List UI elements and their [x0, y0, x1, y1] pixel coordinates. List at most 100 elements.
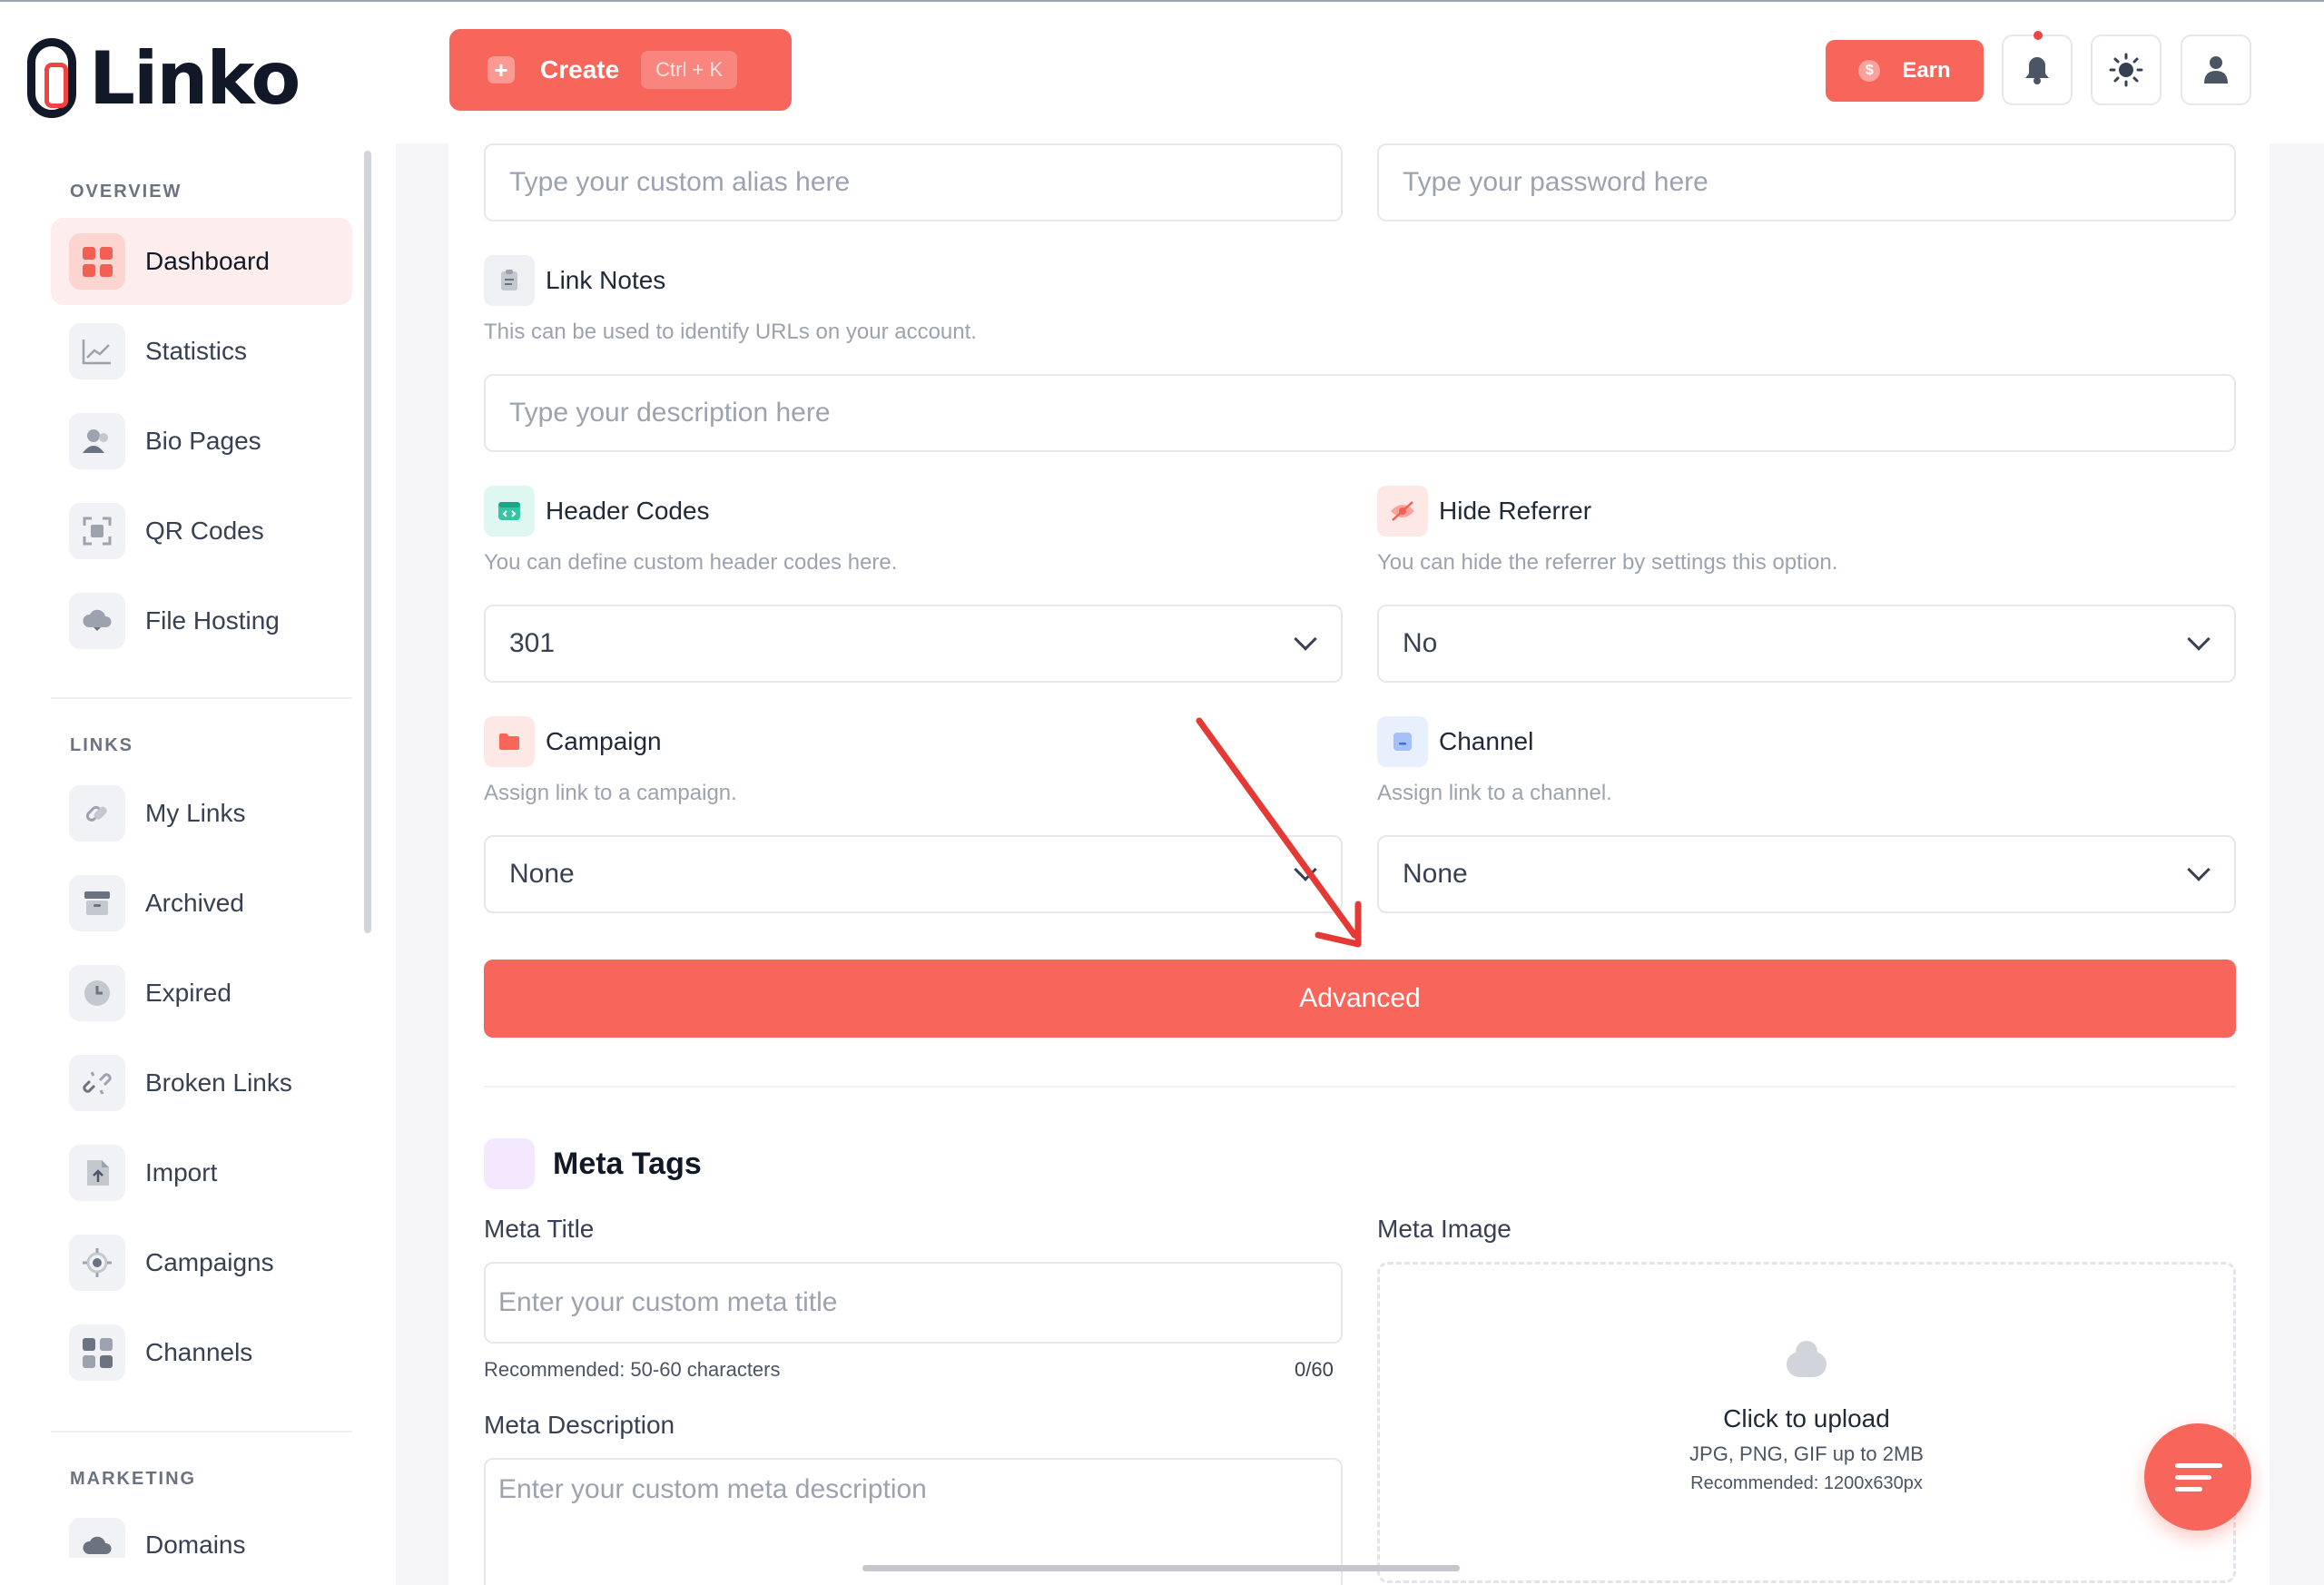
- meta-title-char-count: 0/60: [1295, 1358, 1334, 1381]
- hide-referrer-description: You can hide the referrer by settings th…: [1377, 550, 1838, 575]
- hide-referrer-header: Hide Referrer: [1377, 486, 1591, 537]
- clock-icon: [69, 965, 125, 1021]
- link-notes-description: This can be used to identify URLs on you…: [484, 320, 977, 344]
- chart-icon: [69, 323, 125, 379]
- notes-icon: [484, 255, 535, 306]
- meta-title-input[interactable]: Enter your custom meta title: [484, 1262, 1343, 1344]
- campaign-value: None: [509, 859, 575, 889]
- sidebar-divider: [51, 697, 352, 699]
- sidebar-item-my-links[interactable]: My Links: [51, 770, 352, 857]
- link-notes-header: Link Notes: [484, 255, 665, 306]
- tag-icon: [484, 1138, 535, 1189]
- header-codes-header: Header Codes: [484, 486, 710, 537]
- sidebar-item-statistics[interactable]: Statistics: [51, 308, 352, 395]
- sidebar-item-channels[interactable]: Channels: [51, 1309, 352, 1396]
- custom-alias-input[interactable]: Type your custom alias here: [484, 143, 1343, 222]
- meta-title-label: Meta Title: [484, 1215, 595, 1243]
- channel-select[interactable]: None: [1377, 835, 2236, 913]
- upload-title: Click to upload: [1723, 1404, 1890, 1432]
- earn-button[interactable]: $ Earn: [1826, 40, 1984, 102]
- hide-referrer-select[interactable]: No: [1377, 605, 2236, 683]
- sidebar-item-label: Bio Pages: [145, 427, 261, 455]
- section-label-marketing: MARKETING: [70, 1469, 197, 1489]
- horizontal-scrollbar[interactable]: [862, 1565, 1460, 1571]
- advanced-button[interactable]: Advanced: [484, 960, 2236, 1038]
- logo-icon: [27, 38, 76, 118]
- code-icon: [484, 486, 535, 537]
- header-codes-description: You can define custom header codes here.: [484, 550, 898, 575]
- create-button[interactable]: + Create Ctrl + K: [449, 29, 792, 111]
- sidebar-item-file-hosting[interactable]: File Hosting: [51, 577, 352, 665]
- header-codes-select[interactable]: 301: [484, 605, 1343, 683]
- meta-image-dropzone[interactable]: Click to upload JPG, PNG, GIF up to 2MB …: [1377, 1262, 2236, 1583]
- link-notes-title: Link Notes: [546, 266, 666, 294]
- plus-icon: +: [487, 56, 515, 84]
- sidebar-item-campaigns[interactable]: Campaigns: [51, 1219, 352, 1306]
- header-codes-value: 301: [509, 628, 556, 658]
- notifications-button[interactable]: [2002, 31, 2073, 105]
- upload-cloud-icon: [1787, 1341, 1827, 1377]
- qr-icon: [69, 503, 125, 559]
- sidebar-item-dashboard[interactable]: Dashboard: [51, 218, 352, 305]
- sidebar-item-label: Domains: [145, 1531, 246, 1558]
- sidebar-item-broken-links[interactable]: Broken Links: [51, 1039, 352, 1127]
- meta-tags-title: Meta Tags: [553, 1146, 702, 1181]
- chevron-down-icon: [2187, 858, 2211, 881]
- section-label-overview: OVERVIEW: [70, 182, 182, 202]
- grid-icon: [69, 1324, 125, 1381]
- description-input[interactable]: Type your description here: [484, 374, 2236, 452]
- sidebar: Linko OVERVIEW Dashboard Statistics Bio …: [0, 2, 396, 1585]
- upload-formats: JPG, PNG, GIF up to 2MB: [1689, 1442, 1924, 1465]
- theme-toggle-button[interactable]: [2091, 34, 2162, 105]
- sidebar-scrollbar[interactable]: [364, 151, 371, 933]
- hide-referrer-value: No: [1403, 628, 1438, 658]
- notification-dot: [2034, 31, 2043, 40]
- profile-button[interactable]: [2181, 34, 2251, 105]
- upload-recommended-size: Recommended: 1200x630px: [1690, 1473, 1923, 1493]
- meta-tags-header: Meta Tags: [484, 1138, 702, 1189]
- section-divider: [484, 1086, 2236, 1088]
- bell-icon: [2025, 57, 2049, 84]
- channel-header: Channel: [1377, 716, 1533, 767]
- target-icon: [69, 1235, 125, 1291]
- sidebar-item-label: File Hosting: [145, 606, 280, 635]
- logo-text: Linko: [89, 35, 300, 121]
- keyboard-shortcut-badge: Ctrl + K: [641, 51, 738, 89]
- campaign-select[interactable]: None: [484, 835, 1343, 913]
- sun-icon: [2109, 53, 2143, 87]
- cloud-icon: [69, 593, 125, 649]
- sidebar-item-label: Archived: [145, 889, 244, 917]
- sidebar-item-bio-pages[interactable]: Bio Pages: [51, 398, 352, 485]
- sidebar-item-import[interactable]: Import: [51, 1129, 352, 1216]
- sidebar-item-domains[interactable]: Domains: [51, 1503, 352, 1558]
- campaign-title: Campaign: [546, 727, 662, 755]
- app-logo[interactable]: Linko: [27, 34, 300, 122]
- sidebar-item-label: Campaigns: [145, 1248, 274, 1276]
- dashboard-icon: [69, 233, 125, 290]
- cloud-icon: [69, 1518, 125, 1558]
- chevron-down-icon: [1294, 627, 1317, 651]
- header-codes-title: Header Codes: [546, 497, 710, 525]
- chevron-down-icon: [2187, 627, 2211, 651]
- channel-icon: [1377, 716, 1428, 767]
- broken-link-icon: [69, 1055, 125, 1111]
- sidebar-item-label: Dashboard: [145, 247, 270, 275]
- password-input[interactable]: Type your password here: [1377, 143, 2236, 222]
- sidebar-item-label: Broken Links: [145, 1068, 292, 1097]
- sidebar-item-label: Channels: [145, 1338, 253, 1366]
- sidebar-item-label: Statistics: [145, 337, 248, 365]
- coin-icon: $: [1858, 60, 1881, 82]
- sidebar-item-archived[interactable]: Archived: [51, 860, 352, 947]
- link-icon: [69, 785, 125, 842]
- menu-lines-icon: [2175, 1462, 2222, 1468]
- channel-value: None: [1403, 859, 1468, 889]
- campaign-description: Assign link to a campaign.: [484, 781, 737, 805]
- menu-fab-button[interactable]: [2144, 1423, 2251, 1531]
- meta-title-hint: Recommended: 50-60 characters: [484, 1358, 781, 1381]
- sidebar-item-qr-codes[interactable]: QR Codes: [51, 487, 352, 575]
- meta-image-label: Meta Image: [1377, 1215, 1512, 1243]
- import-icon: [69, 1145, 125, 1201]
- eye-off-icon: [1377, 486, 1428, 537]
- sidebar-item-expired[interactable]: Expired: [51, 950, 352, 1037]
- campaign-header: Campaign: [484, 716, 662, 767]
